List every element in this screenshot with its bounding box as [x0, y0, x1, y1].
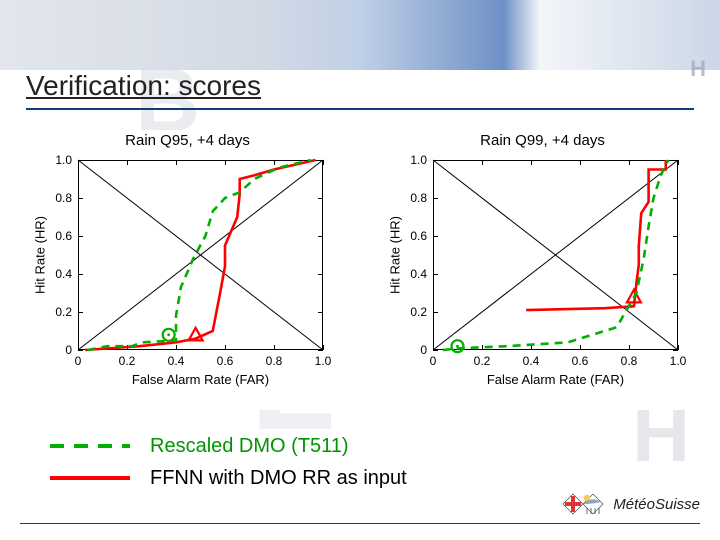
legend-swatch-dashed	[50, 436, 130, 456]
y-tick-label: 0.4	[55, 267, 72, 281]
logo-meteosuisse: MétéoSuisse	[561, 490, 700, 518]
series-rescaled dmo	[88, 160, 311, 350]
x-axis-label: False Alarm Rate (FAR)	[132, 372, 269, 387]
y-tick-label: 0.6	[55, 229, 72, 243]
legend-label-dmo: Rescaled DMO (T511)	[150, 435, 349, 458]
y-tick-label: 0	[65, 343, 72, 357]
x-tick-label: 0.2	[474, 354, 491, 368]
x-tick-label: 0.2	[119, 354, 136, 368]
y-tick-label: 0.6	[410, 229, 427, 243]
legend-label-ffnn: FFNN with DMO RR as input	[150, 467, 407, 490]
x-tick-label: 0.8	[621, 354, 638, 368]
roc-chart-0: Rain Q95, +4 days00.20.40.60.81.000.20.4…	[30, 130, 345, 400]
x-tick-label: 0.6	[572, 354, 589, 368]
slide-title: Verification: scores	[26, 70, 261, 102]
legend: Rescaled DMO (T511) FFNN with DMO RR as …	[50, 430, 407, 494]
legend-swatch-solid	[50, 468, 130, 488]
y-tick-label: 1.0	[55, 153, 72, 167]
roc-chart-1: Rain Q99, +4 days00.20.40.60.81.000.20.4…	[385, 130, 700, 400]
x-tick-label: 0.4	[168, 354, 185, 368]
x-tick-label: 0.6	[217, 354, 234, 368]
y-tick-label: 0	[420, 343, 427, 357]
plot-svg	[433, 160, 678, 350]
logo-text: MétéoSuisse	[613, 496, 700, 513]
y-tick-label: 0.8	[55, 191, 72, 205]
x-tick-label: 0.4	[523, 354, 540, 368]
y-axis-label: Hit Rate (HR)	[388, 216, 403, 294]
plot-svg	[78, 160, 323, 350]
x-tick-label: 1.0	[315, 354, 332, 368]
y-tick-label: 0.4	[410, 267, 427, 281]
y-tick-label: 0.8	[410, 191, 427, 205]
footer-line	[20, 523, 700, 524]
series-ffnn	[526, 160, 666, 310]
y-tick-label: 1.0	[410, 153, 427, 167]
x-axis-label: False Alarm Rate (FAR)	[487, 372, 624, 387]
plot-area: 00.20.40.60.81.000.20.40.60.81.0Hit Rate…	[78, 160, 323, 350]
x-tick-label: 0.8	[266, 354, 283, 368]
x-tick-label: 1.0	[670, 354, 687, 368]
chart-title: Rain Q95, +4 days	[30, 132, 345, 149]
x-tick-label: 0	[430, 354, 437, 368]
charts-container: Rain Q95, +4 days00.20.40.60.81.000.20.4…	[30, 130, 700, 410]
legend-row-dmo: Rescaled DMO (T511)	[50, 430, 407, 462]
x-tick-label: 0	[75, 354, 82, 368]
y-tick-label: 0.2	[410, 305, 427, 319]
swiss-cross-icon	[561, 490, 605, 518]
y-axis-label: Hit Rate (HR)	[33, 216, 48, 294]
legend-row-ffnn: FFNN with DMO RR as input	[50, 462, 407, 494]
title-underline	[26, 108, 694, 110]
plot-area: 00.20.40.60.81.000.20.40.60.81.0Hit Rate…	[433, 160, 678, 350]
y-tick-label: 0.2	[55, 305, 72, 319]
chart-title: Rain Q99, +4 days	[385, 132, 700, 149]
